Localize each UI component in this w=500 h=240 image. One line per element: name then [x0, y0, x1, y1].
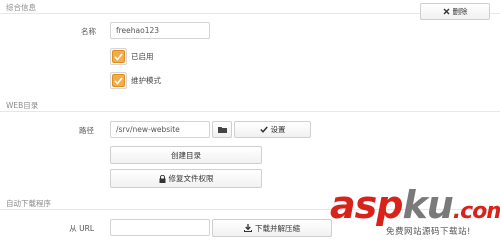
fix-permissions-button[interactable]: 修复文件权限 — [110, 169, 262, 188]
enabled-checkbox-box — [112, 50, 125, 63]
check-icon — [114, 52, 123, 61]
web-dir-section-title: WEB目录 — [6, 101, 39, 110]
web-dir-divider — [0, 111, 500, 112]
path-input[interactable] — [110, 121, 210, 138]
name-input[interactable] — [110, 22, 210, 39]
download-extract-button[interactable]: 下载并解压缩 — [212, 219, 332, 237]
from-url-label: 从 URL — [69, 224, 94, 233]
close-icon — [443, 8, 450, 15]
download-extract-label: 下载并解压缩 — [255, 223, 300, 233]
maintenance-checkbox-box — [112, 74, 125, 87]
maintenance-label: 维护模式 — [131, 76, 161, 85]
delete-button-label: 删除 — [452, 7, 468, 16]
delete-button[interactable]: 删除 — [420, 3, 490, 20]
check-icon — [114, 76, 123, 85]
watermark-asp: asp — [330, 183, 403, 227]
name-label: 名称 — [81, 27, 96, 36]
maintenance-checkbox[interactable] — [110, 72, 127, 89]
browse-folder-button[interactable] — [212, 121, 232, 138]
create-directory-button[interactable]: 创建目录 — [110, 146, 262, 164]
check-icon — [259, 126, 268, 133]
folder-icon — [217, 126, 227, 133]
set-path-label: 设置 — [270, 125, 286, 134]
watermark-tagline: 免费网站源码下载站! — [386, 227, 471, 237]
set-path-button[interactable]: 设置 — [234, 121, 311, 138]
enabled-checkbox[interactable] — [110, 48, 127, 65]
general-section-title: 综合信息 — [6, 3, 36, 12]
url-input[interactable] — [110, 219, 210, 236]
auto-download-section-title: 自动下载程序 — [6, 199, 51, 208]
create-directory-label: 创建目录 — [171, 150, 201, 160]
lock-icon — [159, 174, 166, 183]
watermark-com: .com — [452, 199, 500, 224]
download-icon — [244, 224, 252, 232]
fix-permissions-label: 修复文件权限 — [168, 174, 214, 183]
watermark-ku: ku — [402, 183, 453, 227]
enabled-label: 已启用 — [131, 52, 154, 61]
path-label: 路径 — [79, 126, 94, 135]
